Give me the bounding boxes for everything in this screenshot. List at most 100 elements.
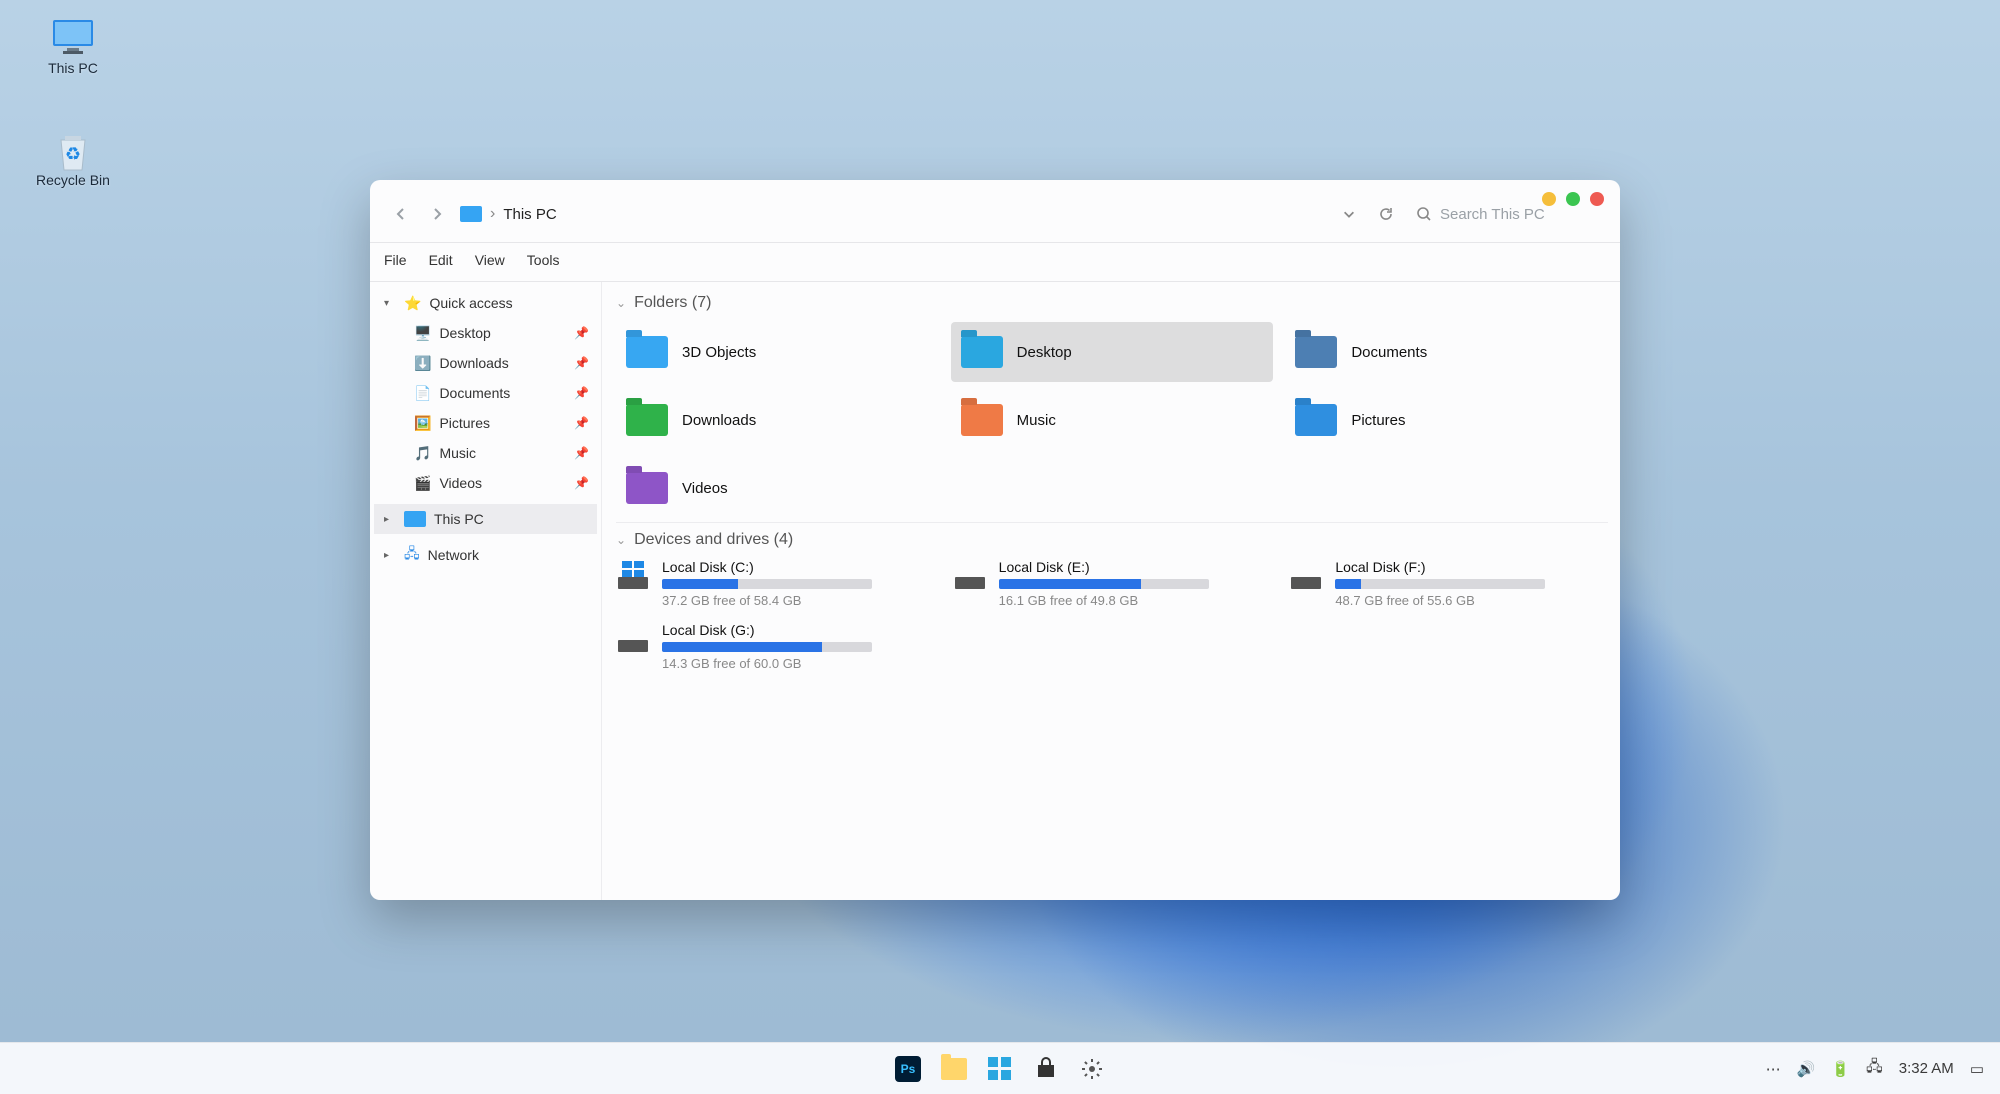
sidebar-item-network[interactable]: ▸ 🖧 Network <box>374 540 597 570</box>
taskbar-store-button[interactable] <box>1032 1055 1060 1083</box>
sidebar-item-pictures[interactable]: 🖼️ Pictures 📌 <box>374 408 597 438</box>
menu-view[interactable]: View <box>475 252 505 268</box>
recycle-bin-icon: ♻ <box>49 128 97 168</box>
sidebar-item-music[interactable]: 🎵 Music 📌 <box>374 438 597 468</box>
pictures-icon: 🖼️ <box>414 415 431 432</box>
folder-desktop[interactable]: Desktop <box>951 322 1274 382</box>
chevron-down-icon: ⌄ <box>616 296 626 310</box>
battery-icon[interactable]: 🔋 <box>1831 1060 1850 1078</box>
sidebar-item-label: Downloads <box>439 355 508 371</box>
window-controls <box>1542 192 1604 206</box>
drive-localdiske[interactable]: Local Disk (E:) 16.1 GB free of 49.8 GB <box>953 559 1272 608</box>
downloads-icon: ⬇️ <box>414 355 431 372</box>
folder-3d-objects[interactable]: 3D Objects <box>616 322 939 382</box>
minimize-button[interactable] <box>1542 192 1556 206</box>
desktop[interactable]: This PC ♻ Recycle Bin › This PC <box>0 0 2000 1094</box>
drive-icon <box>616 622 650 652</box>
sidebar-item-label: Videos <box>439 475 482 491</box>
videos-icon: 🎬 <box>414 475 431 492</box>
search-icon <box>1416 206 1432 222</box>
network-icon[interactable]: 🖧 <box>1866 1056 1883 1081</box>
content-pane: ⌄ Folders (7) 3D Objects Desktop Documen… <box>602 282 1620 900</box>
drive-free-text: 37.2 GB free of 58.4 GB <box>662 593 935 608</box>
pin-icon: 📌 <box>574 416 589 430</box>
sidebar-item-downloads[interactable]: ⬇️ Downloads 📌 <box>374 348 597 378</box>
star-icon: ⭐ <box>404 295 421 312</box>
folders-section-header[interactable]: ⌄ Folders (7) <box>616 294 1608 312</box>
sidebar-item-label: Quick access <box>429 295 512 311</box>
pin-icon: 📌 <box>574 446 589 460</box>
nav-back-button[interactable] <box>388 201 414 227</box>
drive-localdiskf[interactable]: Local Disk (F:) 48.7 GB free of 55.6 GB <box>1289 559 1608 608</box>
tray-clock[interactable]: 3:32 AM <box>1899 1060 1954 1077</box>
folder-music[interactable]: Music <box>951 390 1274 450</box>
drive-usage-bar <box>662 579 872 589</box>
folder-pictures[interactable]: Pictures <box>1285 390 1608 450</box>
drive-localdiskg[interactable]: Local Disk (G:) 14.3 GB free of 60.0 GB <box>616 622 935 671</box>
maximize-button[interactable] <box>1566 192 1580 206</box>
network-icon: 🖧 <box>404 543 420 567</box>
search-input[interactable]: Search This PC <box>1416 206 1596 223</box>
sidebar-item-this-pc[interactable]: ▸ This PC <box>374 504 597 534</box>
sidebar-item-quick-access[interactable]: ▾ ⭐ Quick access <box>374 288 597 318</box>
folder-icon <box>961 336 1003 368</box>
desktop-icon-this-pc[interactable]: This PC <box>28 16 118 76</box>
section-title: Folders (7) <box>634 294 711 312</box>
music-icon: 🎵 <box>414 445 431 462</box>
drive-label: Local Disk (G:) <box>662 622 935 638</box>
drive-icon <box>616 559 650 589</box>
menu-bar: File Edit View Tools <box>370 243 1620 277</box>
tray-more[interactable]: ⋯ <box>1766 1060 1781 1078</box>
address-path[interactable]: › This PC <box>460 205 1332 223</box>
taskbar: Ps ⋯ 🔊 🔋 🖧 3:32 AM ▭ <box>0 1042 2000 1094</box>
folder-label: Videos <box>682 480 728 497</box>
drive-icon <box>953 559 987 589</box>
menu-edit[interactable]: Edit <box>429 252 453 268</box>
drive-label: Local Disk (E:) <box>999 559 1272 575</box>
sidebar-item-label: Desktop <box>439 325 490 341</box>
folder-videos[interactable]: Videos <box>616 458 939 518</box>
nav-forward-button[interactable] <box>424 201 450 227</box>
breadcrumb-location: This PC <box>503 206 556 223</box>
desktop-icon-label: This PC <box>28 60 118 76</box>
taskbar-settings-button[interactable] <box>1078 1055 1106 1083</box>
search-placeholder: Search This PC <box>1440 206 1545 223</box>
refresh-icon[interactable] <box>1378 206 1394 222</box>
volume-icon[interactable]: 🔊 <box>1797 1060 1816 1078</box>
folder-documents[interactable]: Documents <box>1285 322 1608 382</box>
folder-downloads[interactable]: Downloads <box>616 390 939 450</box>
sidebar-item-videos[interactable]: 🎬 Videos 📌 <box>374 468 597 498</box>
folder-label: Downloads <box>682 412 756 429</box>
folder-icon <box>1295 404 1337 436</box>
caret-right-icon: ▸ <box>384 514 396 525</box>
taskbar-start-button[interactable] <box>986 1055 1014 1083</box>
action-center-icon[interactable]: ▭ <box>1970 1060 1984 1078</box>
menu-file[interactable]: File <box>384 252 407 268</box>
folder-label: Music <box>1017 412 1056 429</box>
sidebar-item-documents[interactable]: 📄 Documents 📌 <box>374 378 597 408</box>
sidebar-item-label: Network <box>428 547 479 563</box>
caret-right-icon: ▸ <box>384 550 396 561</box>
pin-icon: 📌 <box>574 326 589 340</box>
this-pc-icon <box>49 16 97 56</box>
drive-label: Local Disk (C:) <box>662 559 935 575</box>
desktop-icon-recycle-bin[interactable]: ♻ Recycle Bin <box>28 128 118 188</box>
taskbar-photoshop-button[interactable]: Ps <box>894 1055 922 1083</box>
drives-section-header[interactable]: ⌄ Devices and drives (4) <box>616 531 1608 549</box>
taskbar-explorer-button[interactable] <box>940 1055 968 1083</box>
pin-icon: 📌 <box>574 356 589 370</box>
folder-icon <box>626 336 668 368</box>
close-button[interactable] <box>1590 192 1604 206</box>
drive-localdiskc[interactable]: Local Disk (C:) 37.2 GB free of 58.4 GB <box>616 559 935 608</box>
navigation-pane: ▾ ⭐ Quick access 🖥️ Desktop 📌⬇️ Download… <box>370 282 602 900</box>
this-pc-icon <box>460 206 482 222</box>
breadcrumb-separator: › <box>490 205 495 223</box>
drive-free-text: 16.1 GB free of 49.8 GB <box>999 593 1272 608</box>
drive-label: Local Disk (F:) <box>1335 559 1608 575</box>
menu-tools[interactable]: Tools <box>527 252 560 268</box>
sidebar-item-desktop[interactable]: 🖥️ Desktop 📌 <box>374 318 597 348</box>
drive-usage-bar <box>662 642 872 652</box>
chevron-down-icon: ⌄ <box>616 533 626 547</box>
folder-icon <box>626 472 668 504</box>
chevron-down-icon[interactable] <box>1342 207 1356 221</box>
